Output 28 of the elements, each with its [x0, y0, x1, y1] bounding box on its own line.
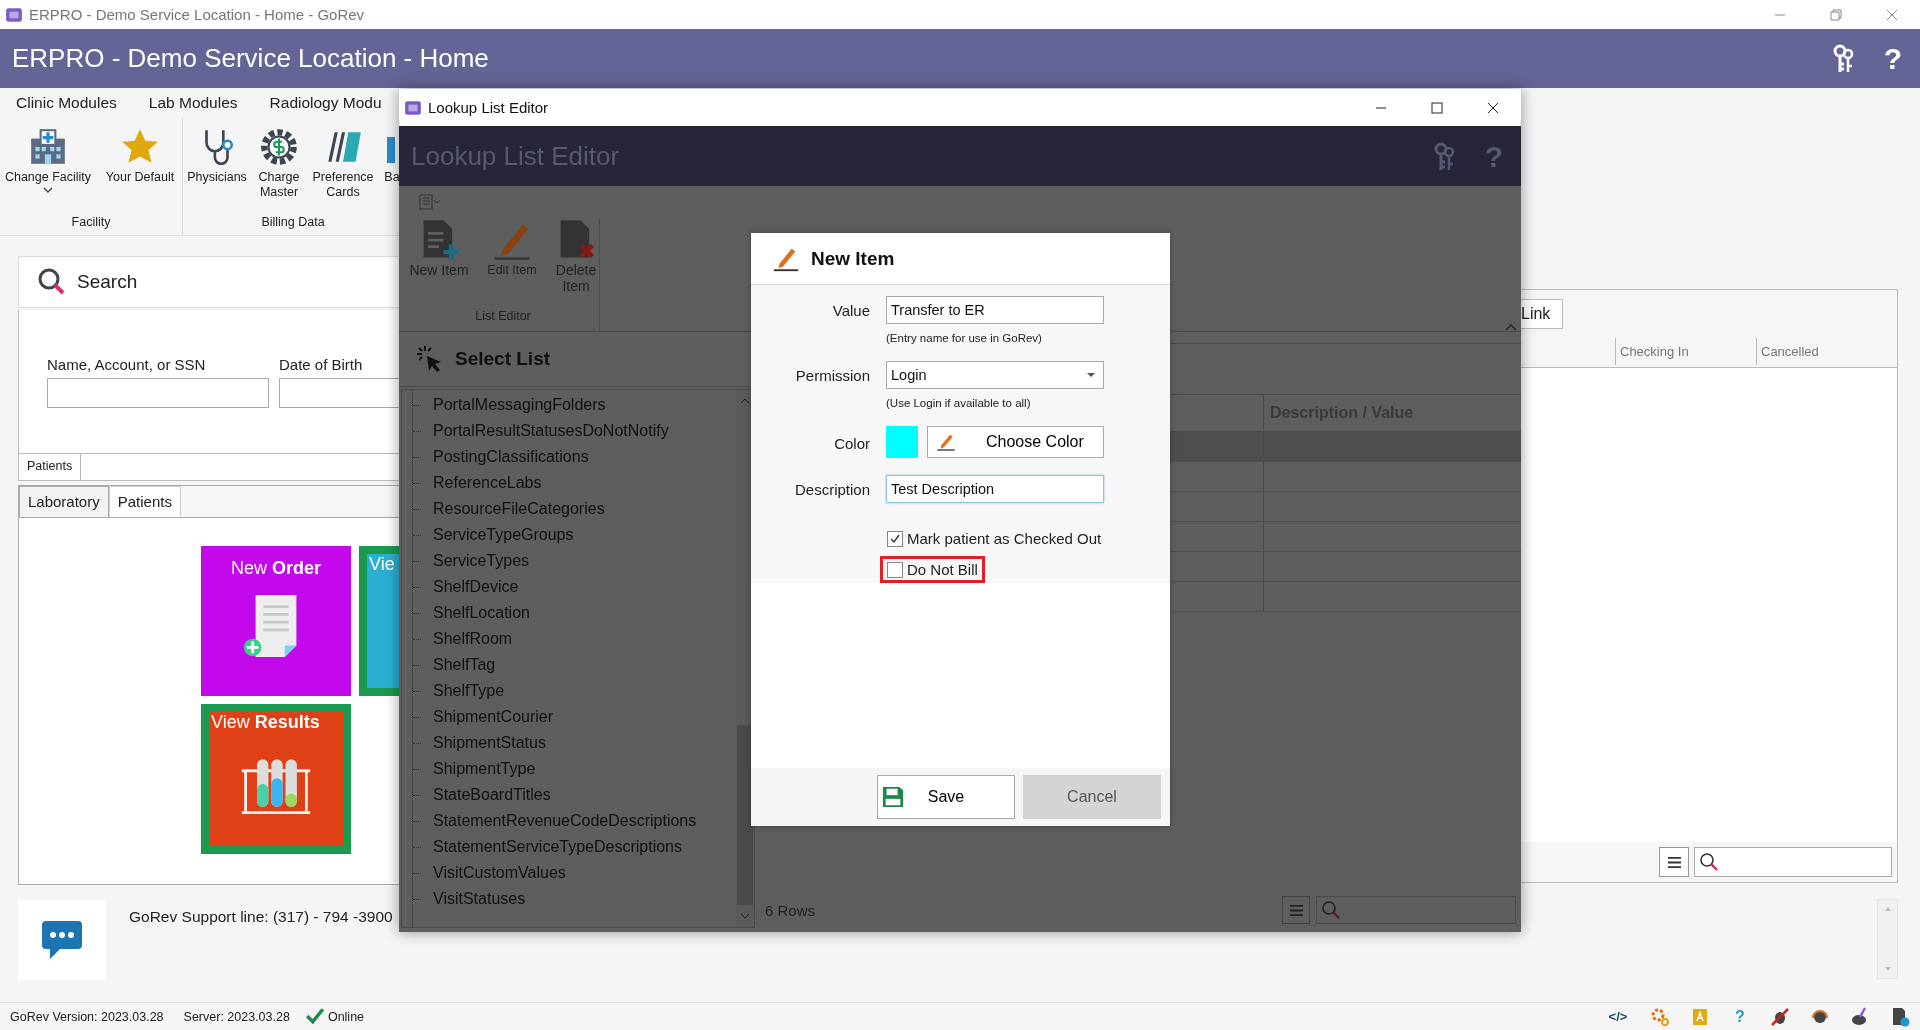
ribbon-group-label: Facility — [70, 215, 112, 231]
ribbon-group-label: Billing Data — [260, 215, 326, 231]
field-label: Color — [833, 434, 870, 452]
toolbar-group-label: List Editor — [475, 309, 531, 325]
tile-title: Vie — [369, 554, 395, 575]
field-label: Value — [831, 301, 870, 319]
page-title: ERPRO - Demo Service Location - Home — [11, 43, 489, 74]
field-hint: (Use Login if available to all) — [886, 397, 1032, 409]
field-label: Permission — [794, 366, 870, 384]
version-text: GoRev Version: 2023.03.28 — [10, 1009, 164, 1024]
support-text: GoRev Support line: (317) - 794 -3900 — [129, 908, 393, 927]
server-text: Server: 2023.03.28 — [183, 1009, 290, 1024]
dialog-title: New Item — [811, 247, 895, 270]
field-label: Description — [793, 480, 870, 498]
field-label: Name, Account, or SSN — [47, 356, 207, 373]
editor-title: Lookup List Editor — [410, 141, 620, 172]
field-hint: (Entry name for use in GoRev) — [886, 332, 1043, 344]
window-title: Lookup List Editor — [428, 99, 549, 116]
column-header: Checking In — [1615, 337, 1756, 365]
window-title: ERPRO - Demo Service Location - Home - GoRev — [29, 6, 365, 23]
tile-title: New Order — [230, 558, 321, 579]
search-title: Search — [77, 271, 138, 293]
field-label: Date of Birth — [279, 356, 364, 373]
row-count: 6 Rows — [765, 901, 816, 919]
connection-status: Online — [327, 1009, 365, 1024]
select-list-title: Select List — [455, 348, 551, 370]
tile-title: View Results — [211, 712, 320, 733]
column-header: Cancelled — [1756, 337, 1897, 365]
